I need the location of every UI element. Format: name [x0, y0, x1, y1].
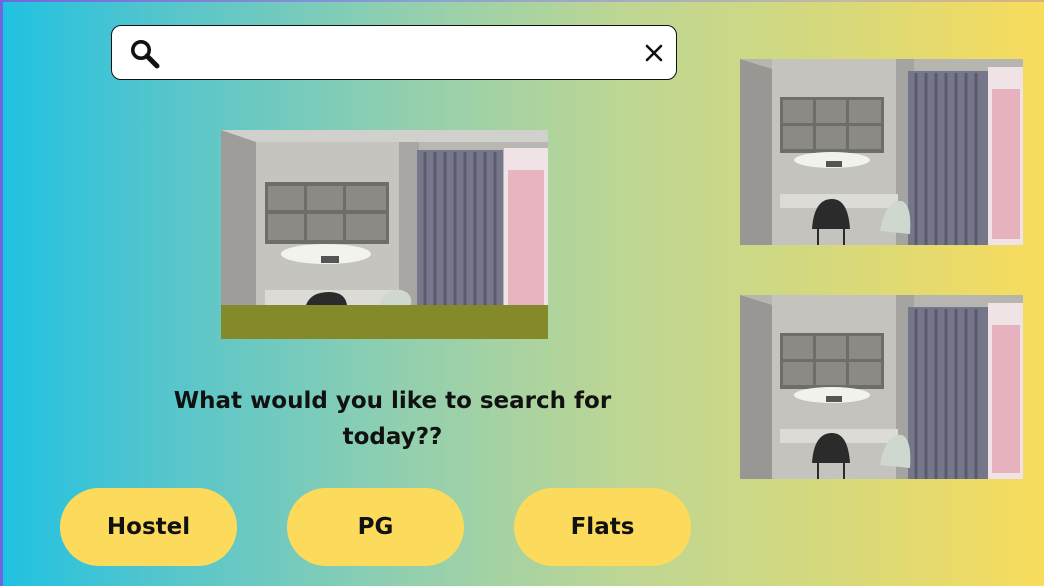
flats-button[interactable]: Flats	[514, 488, 691, 566]
pg-button[interactable]: PG	[287, 488, 464, 566]
search-input[interactable]	[174, 35, 618, 73]
close-icon[interactable]	[643, 42, 665, 64]
room-photo-top	[740, 59, 1023, 245]
search-prompt-heading: What would you like to search for today?…	[173, 388, 612, 450]
top-edge-accent	[0, 0, 1044, 2]
search-icon[interactable]	[129, 38, 161, 70]
search-bar[interactable]	[111, 25, 677, 80]
hostel-button[interactable]: Hostel	[60, 488, 237, 566]
main-room-photo	[221, 130, 548, 339]
left-edge-accent	[0, 0, 3, 586]
room-photo-bottom	[740, 295, 1023, 479]
